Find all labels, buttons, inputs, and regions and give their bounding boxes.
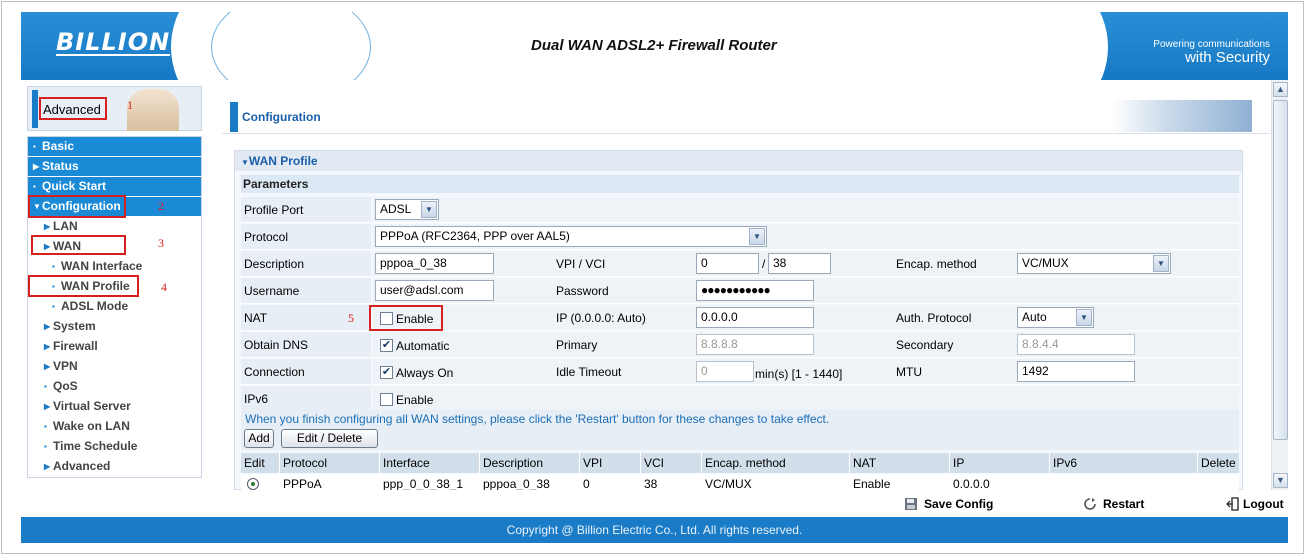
row-obtain-dns: Obtain DNS ✔ Automatic Primary 8.8.8.8 S…: [241, 332, 1239, 358]
footer-copyright: Copyright @ Billion Electric Co., Ltd. A…: [21, 517, 1288, 543]
triangle-right-icon: ▶: [44, 342, 51, 351]
notice-area: When you finish configuring all WAN sett…: [241, 410, 1239, 450]
username-input[interactable]: user@adsl.com: [375, 280, 494, 301]
encap-method-select[interactable]: VC/MUX ▼: [1017, 253, 1171, 274]
sidebar-item-time-schedule[interactable]: ▪ Time Schedule: [28, 437, 201, 457]
chevron-down-icon: ▼: [749, 228, 765, 245]
mtu-input[interactable]: 1492: [1017, 361, 1135, 382]
sidebar-item-advanced[interactable]: ▶ Advanced: [28, 457, 201, 477]
edit-radio[interactable]: [247, 478, 259, 490]
ip-input[interactable]: 0.0.0.0: [696, 307, 814, 328]
triangle-down-icon: ▼: [241, 158, 249, 167]
sidebar-item-vpn[interactable]: ▶ VPN: [28, 357, 201, 377]
sidebar-item-quick-start[interactable]: ▪ Quick Start: [28, 177, 201, 197]
annotation-box-configuration: [28, 195, 126, 218]
sidebar-item-adsl-mode[interactable]: ▪ ADSL Mode: [28, 297, 201, 317]
row-description: Description pppoa_0_38 VPI / VCI 0 / 38 …: [241, 251, 1239, 277]
protocol-select[interactable]: PPPoA (RFC2364, PPP over AAL5) ▼: [375, 226, 767, 247]
sidebar-item-firewall[interactable]: ▶ Firewall: [28, 337, 201, 357]
annotation-box-advanced: [39, 97, 107, 120]
sidebar-item-qos[interactable]: ▪ QoS: [28, 377, 201, 397]
profiles-table-header: Edit Protocol Interface Description VPI …: [241, 453, 1239, 473]
triangle-right-icon: ▶: [44, 462, 51, 471]
params-header: Parameters: [241, 175, 1239, 193]
vci-input[interactable]: 38: [768, 253, 831, 274]
office-image: [1112, 100, 1252, 132]
bullet-icon: ▪: [33, 182, 36, 191]
ipv6-checkbox[interactable]: [380, 393, 393, 406]
bullet-icon: ▪: [52, 302, 55, 311]
sidebar-nav: ▪ Basic ▶ Status ▪ Quick Start ▼ Configurati…: [27, 136, 202, 478]
always-on-checkbox[interactable]: ✔: [380, 366, 393, 379]
bullet-icon: ▪: [33, 142, 36, 151]
logout-button[interactable]: Logout: [1226, 496, 1284, 512]
obtain-dns-checkbox[interactable]: ✔: [380, 339, 393, 352]
password-input[interactable]: ●●●●●●●●●●●: [696, 280, 814, 301]
bullet-icon: ▪: [44, 422, 47, 431]
triangle-right-icon: ▶: [44, 222, 51, 231]
sidebar-item-lan[interactable]: ▶ LAN: [28, 217, 201, 237]
row-username: Username user@adsl.com Password ●●●●●●●●…: [241, 278, 1239, 304]
sidebar-item-basic[interactable]: ▪ Basic: [28, 137, 201, 157]
notice-message: When you finish configuring all WAN sett…: [245, 412, 830, 426]
profile-port-select[interactable]: ADSL ▼: [375, 199, 439, 220]
sidebar-item-virtual-server[interactable]: ▶ Virtual Server: [28, 397, 201, 417]
slogan: Powering communications with Security: [1153, 39, 1270, 66]
table-row: PPPoA ppp_0_0_38_1 pppoa_0_38 0 38 VC/MU…: [241, 474, 1239, 490]
billion-logo: BILLION: [56, 28, 171, 56]
row-protocol: Protocol PPPoA (RFC2364, PPP over AAL5) ▼: [241, 224, 1239, 250]
scroll-thumb[interactable]: [1273, 100, 1288, 440]
idle-timeout-input[interactable]: 0: [696, 361, 754, 382]
chevron-down-icon: ▼: [1153, 255, 1169, 272]
triangle-right-icon: ▶: [44, 402, 51, 411]
triangle-right-icon: ▶: [44, 322, 51, 331]
floppy-disk-icon: [905, 498, 917, 510]
sidebar-item-wan-interface[interactable]: ▪ WAN Interface: [28, 257, 201, 277]
vpi-input[interactable]: 0: [696, 253, 759, 274]
description-input[interactable]: pppoa_0_38: [375, 253, 494, 274]
bullet-icon: ▪: [44, 382, 47, 391]
secondary-dns-input[interactable]: 8.8.4.4: [1017, 334, 1135, 355]
product-title: Dual WAN ADSL2+ Firewall Router: [531, 37, 777, 54]
primary-dns-input[interactable]: 8.8.8.8: [696, 334, 814, 355]
scroll-up-icon[interactable]: ▲: [1273, 82, 1288, 97]
annotation-box-nat: [369, 305, 443, 331]
section-header: Configuration: [222, 100, 1270, 134]
section-title: Configuration: [242, 110, 321, 124]
row-connection: Connection ✔ Always On Idle Timeout 0 mi…: [241, 359, 1239, 385]
row-ipv6: IPv6 Enable: [241, 386, 1239, 412]
vertical-scrollbar[interactable]: ▲ ▼: [1271, 80, 1288, 490]
scroll-down-icon[interactable]: ▼: [1273, 473, 1288, 488]
sidebar-item-wake-on-lan[interactable]: ▪ Wake on LAN: [28, 417, 201, 437]
person-image: [127, 89, 179, 131]
auth-protocol-select[interactable]: Auto ▼: [1017, 307, 1094, 328]
chevron-down-icon: ▼: [1076, 309, 1092, 326]
main-content: Configuration ▼WAN Profile Parameters Pr…: [222, 86, 1270, 490]
annotation-box-wan-profile: [28, 275, 139, 297]
annotation-box-wan: [31, 235, 126, 255]
sidebar-item-system[interactable]: ▶ System: [28, 317, 201, 337]
bullet-icon: ▪: [44, 442, 47, 451]
triangle-right-icon: ▶: [33, 162, 40, 171]
bullet-icon: ▪: [52, 262, 55, 271]
triangle-right-icon: ▶: [44, 362, 51, 371]
restart-button[interactable]: Restart: [1083, 496, 1144, 512]
restart-icon: [1084, 498, 1096, 510]
save-config-button[interactable]: Save Config: [904, 496, 993, 512]
chevron-down-icon: ▼: [421, 201, 437, 218]
edit-delete-button[interactable]: Edit / Delete: [281, 429, 378, 448]
header-banner: BILLION Dual WAN ADSL2+ Firewall Router …: [21, 12, 1288, 80]
add-button[interactable]: Add: [244, 429, 274, 448]
row-profile-port: Profile Port ADSL ▼: [241, 197, 1239, 223]
panel-title[interactable]: ▼WAN Profile: [235, 151, 1242, 171]
sidebar-item-status[interactable]: ▶ Status: [28, 157, 201, 177]
logout-icon: [1226, 497, 1239, 511]
